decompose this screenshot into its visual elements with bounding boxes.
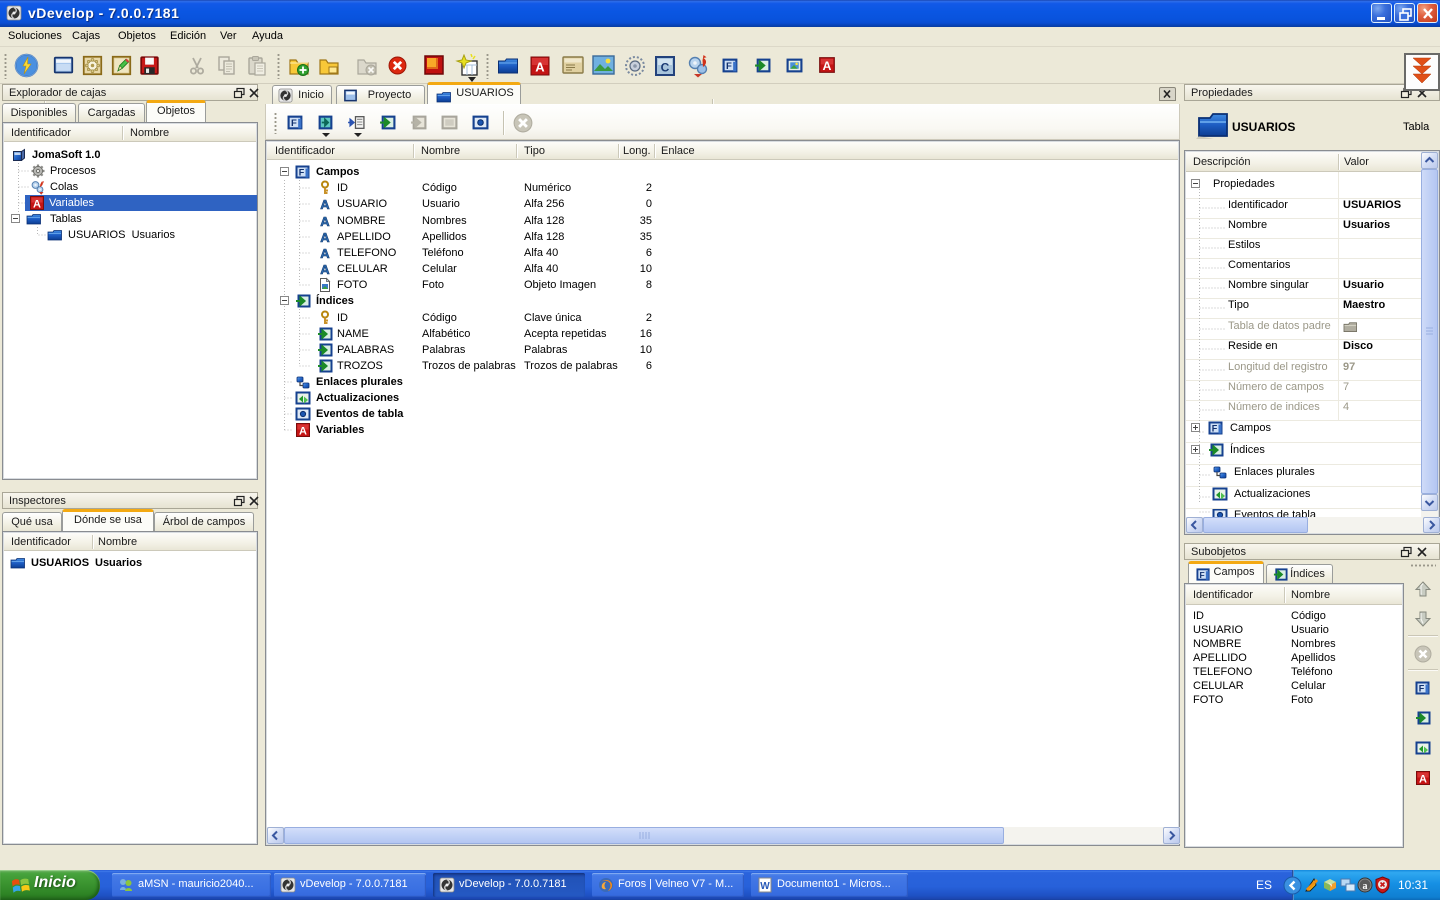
- svg-text:a: a: [1363, 881, 1368, 892]
- svg-text:C: C: [661, 61, 670, 75]
- svg-text:A: A: [535, 60, 545, 75]
- svg-text:W: W: [760, 881, 770, 892]
